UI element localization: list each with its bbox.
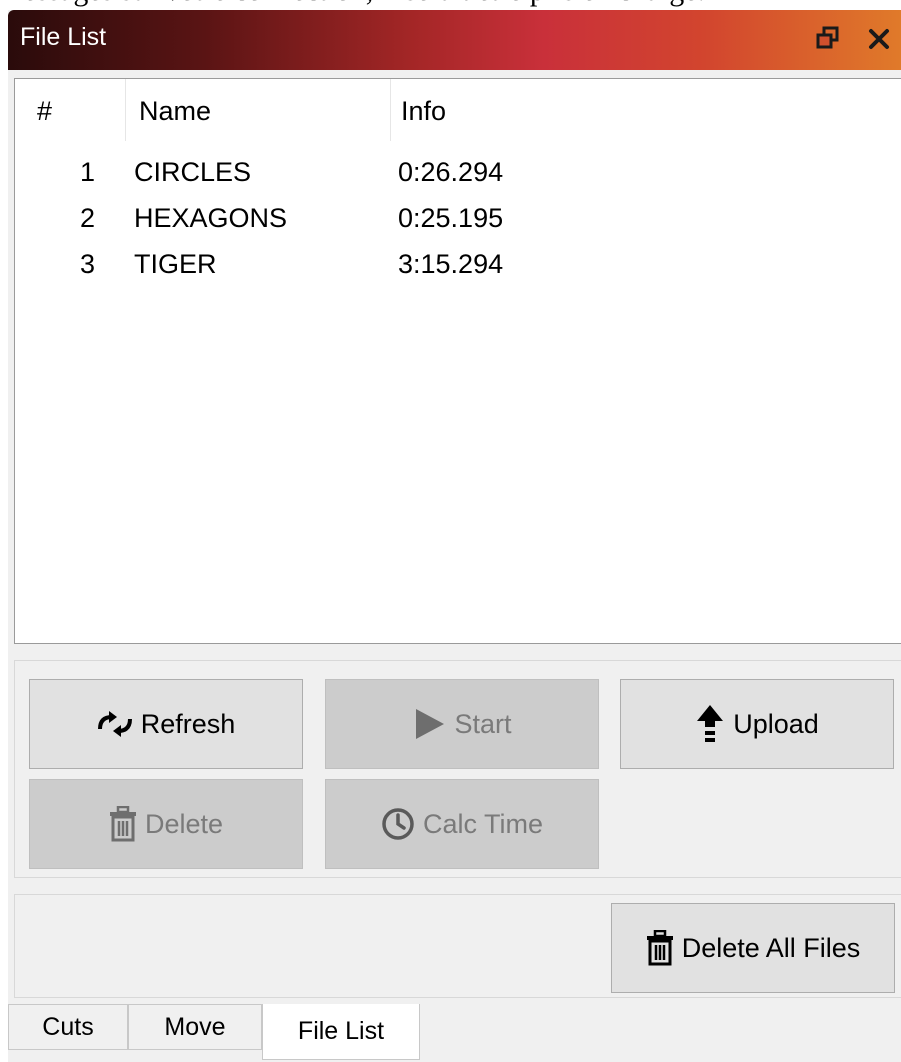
header-info[interactable]: Info <box>401 96 446 127</box>
upload-button[interactable]: Upload <box>620 679 894 769</box>
file-actions-group: Refresh Start Upload Delete Calc Time <box>14 660 901 878</box>
tab-label: File List <box>297 1017 385 1045</box>
table-header: # Name Info <box>15 79 901 141</box>
file-name: HEXAGONS <box>134 203 288 233</box>
panel-titlebar[interactable]: File List <box>8 10 901 70</box>
upload-label: Upload <box>733 708 819 739</box>
calc-time-label: Calc Time <box>422 808 544 839</box>
delete-all-files-label: Delete All Files <box>681 932 861 963</box>
trash-icon <box>109 806 136 842</box>
restore-window-icon[interactable] <box>814 25 842 53</box>
file-info: 3:15.294 <box>398 249 504 279</box>
panel-tabs: Cuts Move File List <box>8 1004 901 1062</box>
cropped-background-text: messages sur votre connection, il serait… <box>0 0 901 10</box>
file-name: CIRCLES <box>134 157 252 187</box>
background-text: messages sur votre connection, il serait… <box>0 0 705 8</box>
start-button[interactable]: Start <box>325 679 599 769</box>
close-icon[interactable] <box>865 25 893 53</box>
table-row[interactable]: 3 TIGER 3:15.294 <box>15 241 901 287</box>
panel-title: File List <box>20 23 107 51</box>
tab-move[interactable]: Move <box>128 1004 262 1050</box>
tab-file-list[interactable]: File List <box>262 1004 420 1060</box>
file-info: 0:25.195 <box>398 203 504 233</box>
tab-cuts[interactable]: Cuts <box>8 1004 128 1050</box>
header-num[interactable]: # <box>37 96 52 127</box>
column-divider[interactable] <box>125 79 126 141</box>
calc-time-button[interactable]: Calc Time <box>325 779 599 869</box>
file-table[interactable]: # Name Info 1 CIRCLES 0:26.294 2 HEXAGON… <box>14 78 901 644</box>
delete-label: Delete <box>144 808 224 839</box>
start-label: Start <box>454 708 512 739</box>
row-number: 2 <box>79 203 95 233</box>
table-row[interactable]: 2 HEXAGONS 0:25.195 <box>15 195 901 241</box>
tab-label: Cuts <box>42 1012 94 1041</box>
file-list-panel: File List # Name Info 1 CIRCLES 0:26.294 <box>8 10 901 1062</box>
clock-icon <box>382 808 414 840</box>
row-number: 1 <box>79 157 95 187</box>
header-name[interactable]: Name <box>139 96 211 127</box>
refresh-arrows-icon <box>97 711 132 737</box>
column-divider[interactable] <box>390 79 391 141</box>
upload-arrow-icon <box>697 705 724 742</box>
file-name: TIGER <box>134 249 217 279</box>
refresh-button[interactable]: Refresh <box>29 679 303 769</box>
delete-button[interactable]: Delete <box>29 779 303 869</box>
row-number: 3 <box>79 249 95 279</box>
bulk-actions-group: Delete All Files <box>14 894 901 998</box>
play-icon <box>416 709 445 739</box>
table-row[interactable]: 1 CIRCLES 0:26.294 <box>15 149 901 195</box>
delete-all-files-button[interactable]: Delete All Files <box>611 903 895 993</box>
tab-label: Move <box>164 1012 226 1041</box>
file-info: 0:26.294 <box>398 157 504 187</box>
trash-icon <box>646 930 673 966</box>
refresh-label: Refresh <box>140 708 236 739</box>
